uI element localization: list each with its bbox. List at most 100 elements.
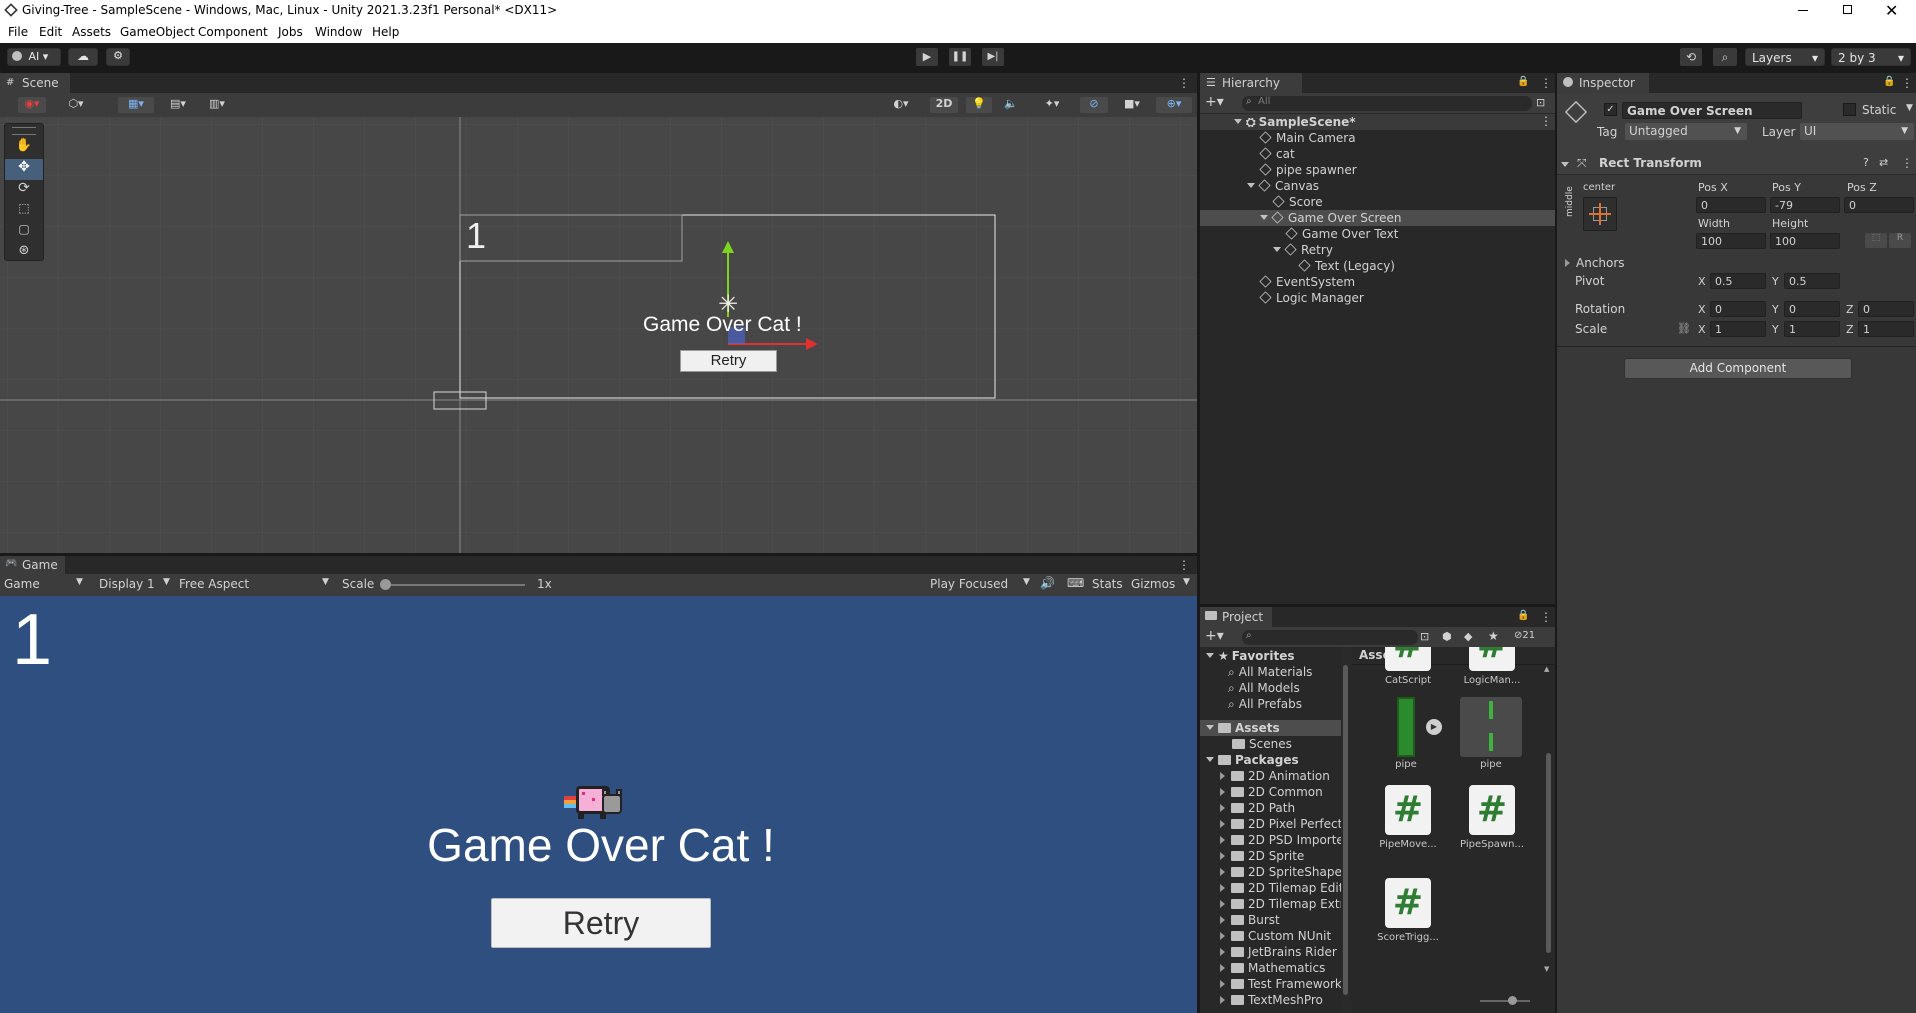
- hierarchy-item-logic-manager[interactable]: Logic Manager: [1259, 290, 1364, 306]
- pivot-y-field[interactable]: 0.5: [1784, 273, 1840, 289]
- project-lock-icon[interactable]: 🔒: [1517, 610, 1529, 621]
- scale-z-field[interactable]: 1: [1858, 321, 1914, 337]
- help-icon[interactable]: ?: [1863, 156, 1869, 169]
- anchor-presets-button[interactable]: [1583, 197, 1617, 231]
- lighting-icon[interactable]: 💡: [966, 97, 992, 113]
- preset-icon[interactable]: ⇄: [1879, 156, 1888, 169]
- pipemove-asset-icon[interactable]: #: [1385, 785, 1431, 835]
- play-focused-dropdown[interactable]: Play Focused ▼: [930, 577, 1034, 591]
- hierarchy-item-pipe-spawner[interactable]: pipe spawner: [1259, 162, 1357, 178]
- menu-assets[interactable]: Assets: [72, 25, 111, 39]
- tab-hierarchy[interactable]: ☰ Hierarchy: [1200, 73, 1302, 93]
- asset-label-pipe-sprite[interactable]: pipe: [1456, 759, 1526, 770]
- pipe-sprite-icon[interactable]: [1460, 697, 1522, 757]
- inspector-lock-icon[interactable]: 🔒: [1883, 76, 1895, 87]
- effects-icon[interactable]: ✦▾: [1034, 97, 1070, 113]
- hierarchy-item-cat[interactable]: cat: [1259, 146, 1295, 162]
- hierarchy-item-text-legacy[interactable]: Text (Legacy): [1298, 258, 1395, 274]
- logicmanager-asset-icon[interactable]: #: [1469, 647, 1515, 671]
- keyboard-icon[interactable]: ⌨: [1067, 576, 1084, 590]
- search-icon[interactable]: ⌕: [1713, 48, 1737, 66]
- catscript-asset-icon[interactable]: #: [1385, 647, 1431, 671]
- scene-viewport[interactable]: 1 Game Over Cat ! Retry ✳ ✋ ✥ ⟳ ⬚ ▢ ⊛: [0, 117, 1197, 553]
- scene-menu-icon[interactable]: ⋮: [1178, 76, 1190, 90]
- asset-label-pipespawn[interactable]: PipeSpawn...: [1457, 839, 1527, 850]
- asset-label-logicmanager[interactable]: LogicMan...: [1457, 675, 1527, 686]
- folder-assets[interactable]: Assets: [1206, 720, 1280, 736]
- play-button[interactable]: ▶: [916, 48, 938, 66]
- hierarchy-item-retry[interactable]: Retry: [1273, 242, 1333, 258]
- asset-grid-scrollbar[interactable]: ▲ ▼: [1544, 665, 1553, 975]
- tab-scene[interactable]: # Scene: [0, 73, 70, 93]
- shading-mode-icon[interactable]: ◐▾: [886, 97, 916, 113]
- favorite-all-materials[interactable]: ⌕ All Materials: [1228, 664, 1312, 680]
- hidden-objects-icon[interactable]: ⊘: [1080, 97, 1108, 113]
- transform-tool-icon[interactable]: ⊛: [5, 243, 43, 264]
- hand-tool-icon[interactable]: ✋: [5, 138, 43, 159]
- snap-increment-icon[interactable]: ▥▾: [200, 97, 234, 113]
- rotation-x-field[interactable]: 0: [1710, 301, 1766, 317]
- folder-packages[interactable]: Packages: [1206, 752, 1299, 768]
- package-item[interactable]: Test Framework: [1220, 976, 1341, 992]
- game-view-dropdown[interactable]: Game ▼: [4, 577, 88, 591]
- package-item[interactable]: TextMeshPro: [1220, 992, 1323, 1008]
- game-menu-icon[interactable]: ⋮: [1178, 558, 1190, 572]
- rect-transform-header[interactable]: ⤧ Rect Transform ? ⇄ ⋮: [1557, 153, 1916, 175]
- package-item[interactable]: 2D Common: [1220, 784, 1323, 800]
- menu-component[interactable]: Component: [198, 25, 268, 39]
- package-item[interactable]: 2D Sprite: [1220, 848, 1304, 864]
- grid-icon[interactable]: ▤▾: [162, 97, 194, 113]
- favorites-header[interactable]: ★ Favorites: [1206, 648, 1294, 664]
- gizmos-icon[interactable]: ⊕▾: [1156, 97, 1192, 113]
- scale-tool-icon[interactable]: ⬚: [5, 201, 43, 222]
- tab-project[interactable]: Project: [1200, 607, 1272, 627]
- aspect-dropdown[interactable]: Free Aspect ▼: [179, 577, 335, 591]
- game-viewport[interactable]: 1 Game Over Cat ! Retry: [0, 596, 1197, 1013]
- draw-mode-icon[interactable]: ◉▾: [18, 97, 46, 113]
- hierarchy-item-scene[interactable]: ⛭ SampleScene*: [1234, 114, 1356, 130]
- maximize-icon[interactable]: [1843, 5, 1852, 14]
- collab-button[interactable]: ⚙: [106, 48, 130, 66]
- package-item[interactable]: 2D SpriteShape: [1220, 864, 1341, 880]
- hierarchy-scene-menu-icon[interactable]: ⋮: [1540, 114, 1552, 128]
- project-menu-icon[interactable]: ⋮: [1540, 610, 1552, 624]
- package-item[interactable]: 2D PSD Importer: [1220, 832, 1341, 848]
- rotation-y-field[interactable]: 0: [1784, 301, 1840, 317]
- constrain-proportions-icon[interactable]: ⛓: [1677, 322, 1691, 335]
- hidden-packages-icon[interactable]: ⊘21: [1514, 630, 1535, 641]
- blueprint-mode-button[interactable]: ⬚: [1865, 233, 1887, 248]
- account-button[interactable]: AI ▾: [7, 48, 61, 66]
- asset-label-scoretrigger[interactable]: ScoreTrigg...: [1373, 932, 1443, 943]
- layout-dropdown[interactable]: 2 by 3 ▾: [1831, 48, 1911, 66]
- tab-game[interactable]: 🎮 Game: [0, 556, 65, 574]
- scale-slider-thumb[interactable]: [380, 579, 391, 590]
- hierarchy-item-main-camera[interactable]: Main Camera: [1259, 130, 1356, 146]
- tab-inspector[interactable]: Inspector: [1557, 73, 1649, 93]
- menu-jobs[interactable]: Jobs: [278, 25, 303, 39]
- package-item[interactable]: Mathematics: [1220, 960, 1325, 976]
- layers-dropdown[interactable]: Layers ▾: [1745, 48, 1825, 66]
- component-menu-icon[interactable]: ⋮: [1901, 156, 1913, 170]
- hierarchy-item-score[interactable]: Score: [1272, 194, 1323, 210]
- scale-x-field[interactable]: 1: [1710, 321, 1766, 337]
- hierarchy-search-input[interactable]: ⌕ All: [1242, 96, 1532, 111]
- pos-z-field[interactable]: 0: [1844, 197, 1914, 213]
- pipe-prefab-icon[interactable]: [1397, 697, 1415, 757]
- scale-slider[interactable]: [380, 579, 525, 590]
- mute-audio-icon[interactable]: 🔊: [1040, 576, 1055, 590]
- folder-scenes[interactable]: Scenes: [1232, 736, 1292, 752]
- search-by-type-icon[interactable]: ⊡: [1420, 630, 1429, 643]
- expand-prefab-icon[interactable]: ▶: [1426, 719, 1442, 735]
- audio-icon[interactable]: 🔈: [998, 97, 1024, 113]
- object-name-field[interactable]: Game Over Screen: [1622, 102, 1802, 119]
- static-dropdown-icon[interactable]: ▼: [1906, 103, 1913, 113]
- step-button[interactable]: ▶|: [982, 48, 1004, 66]
- gizmos-dropdown[interactable]: Gizmos ▼: [1131, 577, 1193, 591]
- menu-gameobject[interactable]: GameObject: [120, 25, 195, 39]
- hierarchy-lock-icon[interactable]: 🔒: [1517, 76, 1529, 87]
- layer-dropdown[interactable]: UI ▼: [1800, 123, 1914, 140]
- anchors-foldout[interactable]: Anchors: [1565, 256, 1625, 270]
- camera-icon[interactable]: ■▾: [1114, 97, 1150, 113]
- mode-2d-button[interactable]: 2D: [930, 97, 958, 113]
- hierarchy-item-game-over-text[interactable]: Game Over Text: [1285, 226, 1399, 242]
